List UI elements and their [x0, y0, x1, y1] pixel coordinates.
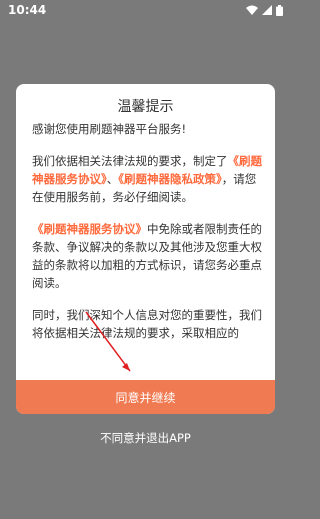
agree-continue-button[interactable]: 同意并继续 — [16, 380, 275, 414]
status-bar: 10:44 — [0, 0, 291, 20]
battery-icon — [276, 4, 283, 16]
status-time: 10:44 — [8, 3, 47, 17]
dialog-paragraph-4: 同时，我们深知个人信息对您的重要性，我们将依据相关法律法规的要求，采取相应的 — [32, 308, 262, 340]
dialog-body[interactable]: 感谢您使用刷题神器平台服务! 我们依据相关法律法规的要求，制定了《刷题神器服务协… — [32, 120, 262, 364]
privacy-policy-link[interactable]: 《刷题神器隐私政策》 — [118, 172, 222, 186]
paragraph-2-text-pre: 我们依据相关法律法规的要求，制定了 — [32, 154, 228, 168]
dialog-paragraph-2: 我们依据相关法律法规的要求，制定了《刷题神器服务协议》、《刷题神器隐私政策》，请… — [32, 152, 262, 206]
paragraph-2-separator: 、 — [106, 172, 119, 186]
wifi-icon — [246, 5, 258, 15]
dialog-paragraph-1: 感谢您使用刷题神器平台服务! — [32, 122, 187, 136]
status-icons — [246, 4, 283, 16]
service-agreement-link-2[interactable]: 《刷题神器服务协议》 — [32, 222, 147, 236]
disagree-exit-button[interactable]: 不同意并退出APP — [0, 430, 291, 446]
dialog-title: 温馨提示 — [117, 99, 174, 115]
privacy-dialog: 温馨提示 感谢您使用刷题神器平台服务! 我们依据相关法律法规的要求，制定了《刷题… — [16, 84, 275, 414]
dialog-paragraph-3: 《刷题神器服务协议》中免除或者限制责任的条款、争议解决的条款以及其他涉及您重大权… — [32, 220, 262, 292]
signal-icon — [262, 5, 272, 15]
